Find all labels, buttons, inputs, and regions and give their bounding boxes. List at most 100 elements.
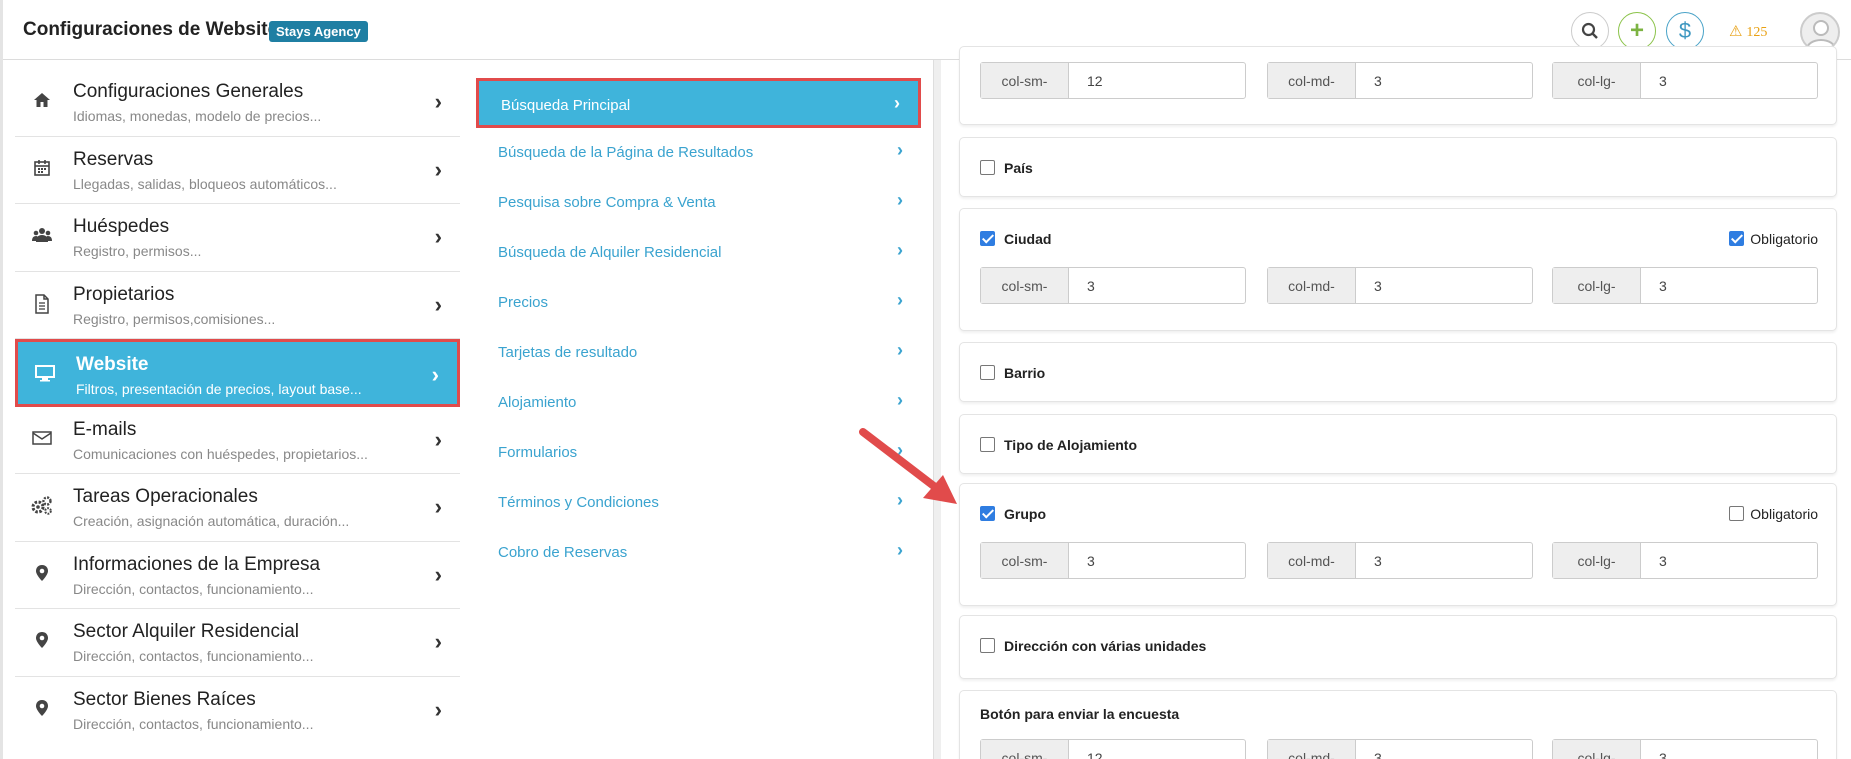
add-button[interactable]: + [1618, 12, 1656, 50]
barrio-checkbox[interactable] [980, 365, 995, 380]
field-card-top: col-sm- 12 col-md- 3 col-lg- 3 [959, 46, 1837, 125]
menu-item-title: Tareas Operacionales [73, 486, 258, 507]
col-md-input-group: col-md- 3 [1267, 62, 1533, 99]
menu-item-sector-alquiler-residencial[interactable]: Sector Alquiler Residencial Dirección, c… [15, 609, 460, 677]
submenu-item-label: Formularios [498, 444, 578, 461]
envelope-icon [31, 429, 53, 451]
field-card-direccion: Dirección con várias unidades [959, 615, 1837, 679]
map-pin-icon [31, 631, 53, 653]
chevron-right-icon: › [434, 89, 442, 114]
map-pin-icon [31, 699, 53, 721]
submenu-item-label: Pesquisa sobre Compra & Venta [498, 194, 716, 211]
pricing-button[interactable]: $ [1666, 12, 1704, 50]
submenu-item-cobro-reservas[interactable]: Cobro de Reservas › [476, 528, 921, 578]
col-md-input-group: col-md- 3 [1267, 267, 1533, 304]
col-md-input-group: col-md- 3 [1267, 739, 1533, 759]
menu-item-website[interactable]: Website Filtros, presentación de precios… [15, 339, 460, 407]
submenu-item-busqueda-principal[interactable]: Búsqueda Principal › [476, 78, 921, 128]
col-lg-input-group: col-lg- 3 [1552, 542, 1818, 579]
col-sm-input[interactable]: 3 [1069, 543, 1245, 578]
menu-item-propietarios[interactable]: Propietarios Registro, permisos,comision… [15, 272, 460, 339]
chevron-right-icon: › [434, 291, 442, 317]
chevron-right-icon: › [434, 494, 442, 519]
submenu-item-label: Cobro de Reservas [498, 544, 628, 561]
menu-item-emails[interactable]: E-mails Comunicaciones con huéspedes, pr… [15, 407, 460, 474]
menu-item-huespedes[interactable]: Huéspedes Registro, permisos... › [15, 204, 460, 272]
alerts-indicator[interactable]: ⚠ 125 [1729, 22, 1767, 41]
menu-item-sector-bienes-raices[interactable]: Sector Bienes Raíces Dirección, contacto… [15, 677, 460, 745]
field-card-barrio: Barrio [959, 342, 1837, 402]
chevron-right-icon: › [897, 290, 903, 310]
menu-item-subtitle: Registro, permisos,comisiones... [73, 310, 276, 327]
menu-item-title: Propietarios [73, 283, 175, 305]
field-card-grupo: Grupo Obligatorio col-sm- 3 col-md- 3 co… [959, 483, 1837, 606]
col-md-input[interactable]: 3 [1356, 740, 1532, 759]
submenu-item-busqueda-resultados[interactable]: Búsqueda de la Página de Resultados › [476, 128, 921, 178]
menu-item-subtitle: Registro, permisos... [73, 243, 202, 259]
submenu-item-label: Búsqueda de la Página de Resultados [498, 144, 754, 161]
col-sm-input[interactable]: 3 [1069, 268, 1245, 303]
col-md-addon: col-md- [1268, 543, 1356, 578]
tipo-alojamiento-checkbox[interactable] [980, 437, 995, 452]
chevron-right-icon: › [431, 362, 439, 387]
chevron-right-icon: › [434, 561, 442, 587]
col-sm-input[interactable]: 12 [1069, 63, 1245, 98]
col-lg-input-group: col-lg- 3 [1552, 267, 1818, 304]
obligatorio-checkbox[interactable] [1729, 231, 1745, 246]
submenu-item-busqueda-alquiler[interactable]: Búsqueda de Alquiler Residencial › [476, 228, 921, 278]
menu-item-tareas-operacionales[interactable]: Tareas Operacionales Creación, asignació… [15, 474, 460, 542]
col-md-addon: col-md- [1268, 63, 1356, 98]
submenu-item-label: Alojamiento [498, 394, 577, 411]
col-sm-addon: col-sm- [981, 543, 1069, 578]
col-sm-input[interactable]: 12 [1069, 740, 1245, 759]
app-window: Configuraciones de Website Stays Agency … [0, 0, 1851, 759]
menu-item-configuraciones-generales[interactable]: Configuraciones Generales Idiomas, moned… [15, 69, 460, 137]
users-icon [31, 226, 53, 248]
submenu-item-label: Búsqueda Principal [501, 97, 631, 114]
grupo-checkbox[interactable] [980, 506, 995, 521]
menu-item-informaciones-empresa[interactable]: Informaciones de la Empresa Dirección, c… [15, 542, 460, 609]
pais-checkbox[interactable] [980, 160, 995, 175]
home-icon [31, 91, 53, 113]
gears-icon [31, 496, 53, 518]
col-lg-input[interactable]: 3 [1641, 268, 1817, 303]
grupo-obligatorio[interactable]: Obligatorio [1729, 506, 1818, 522]
search-button[interactable] [1571, 12, 1609, 50]
menu-item-subtitle: Idiomas, monedas, modelo de precios... [73, 108, 322, 124]
submenu-item-label: Términos y Condiciones [498, 494, 659, 511]
obligatorio-checkbox[interactable] [1729, 506, 1745, 521]
col-md-addon: col-md- [1268, 268, 1356, 303]
menu-item-title: Informaciones de la Empresa [73, 553, 321, 575]
col-lg-input[interactable]: 3 [1641, 740, 1817, 759]
chevron-right-icon: › [434, 629, 442, 654]
map-pin-icon [31, 564, 53, 586]
col-md-input[interactable]: 3 [1356, 63, 1532, 98]
menu-item-title: Sector Alquiler Residencial [73, 621, 300, 642]
submenu-item-pesquisa-compra-venta[interactable]: Pesquisa sobre Compra & Venta › [476, 178, 921, 228]
alert-count: 125 [1746, 25, 1768, 40]
warning-icon: ⚠ [1729, 23, 1743, 40]
plus-icon: + [1629, 17, 1644, 44]
col-sm-addon: col-sm- [981, 740, 1069, 759]
field-card-tipo-alojamiento: Tipo de Alojamiento [959, 414, 1837, 474]
col-md-input[interactable]: 3 [1356, 268, 1532, 303]
col-lg-input[interactable]: 3 [1641, 63, 1817, 98]
col-lg-input-group: col-lg- 3 [1552, 739, 1818, 759]
col-md-input[interactable]: 3 [1356, 543, 1532, 578]
col-lg-addon: col-lg- [1553, 63, 1641, 98]
menu-item-reservas[interactable]: Reservas Llegadas, salidas, bloqueos aut… [15, 137, 460, 204]
boton-enviar-label: Botón para enviar la encuesta [980, 706, 1180, 722]
dollar-icon: $ [1678, 18, 1692, 43]
ciudad-checkbox[interactable] [980, 231, 995, 246]
obligatorio-label: Obligatorio [1750, 231, 1818, 247]
col-lg-input[interactable]: 3 [1641, 543, 1817, 578]
submenu-item-precios[interactable]: Precios › [476, 278, 921, 328]
col-lg-addon: col-lg- [1553, 543, 1641, 578]
submenu-item-tarjetas-resultado[interactable]: Tarjetas de resultado › [476, 328, 921, 378]
menu-item-subtitle: Llegadas, salidas, bloqueos automáticos.… [73, 175, 337, 192]
direccion-checkbox[interactable] [980, 638, 995, 653]
ciudad-obligatorio[interactable]: Obligatorio [1729, 231, 1818, 247]
search-icon [1581, 22, 1598, 39]
submenu-item-label: Precios [498, 294, 549, 311]
field-card-pais: País [959, 137, 1837, 197]
